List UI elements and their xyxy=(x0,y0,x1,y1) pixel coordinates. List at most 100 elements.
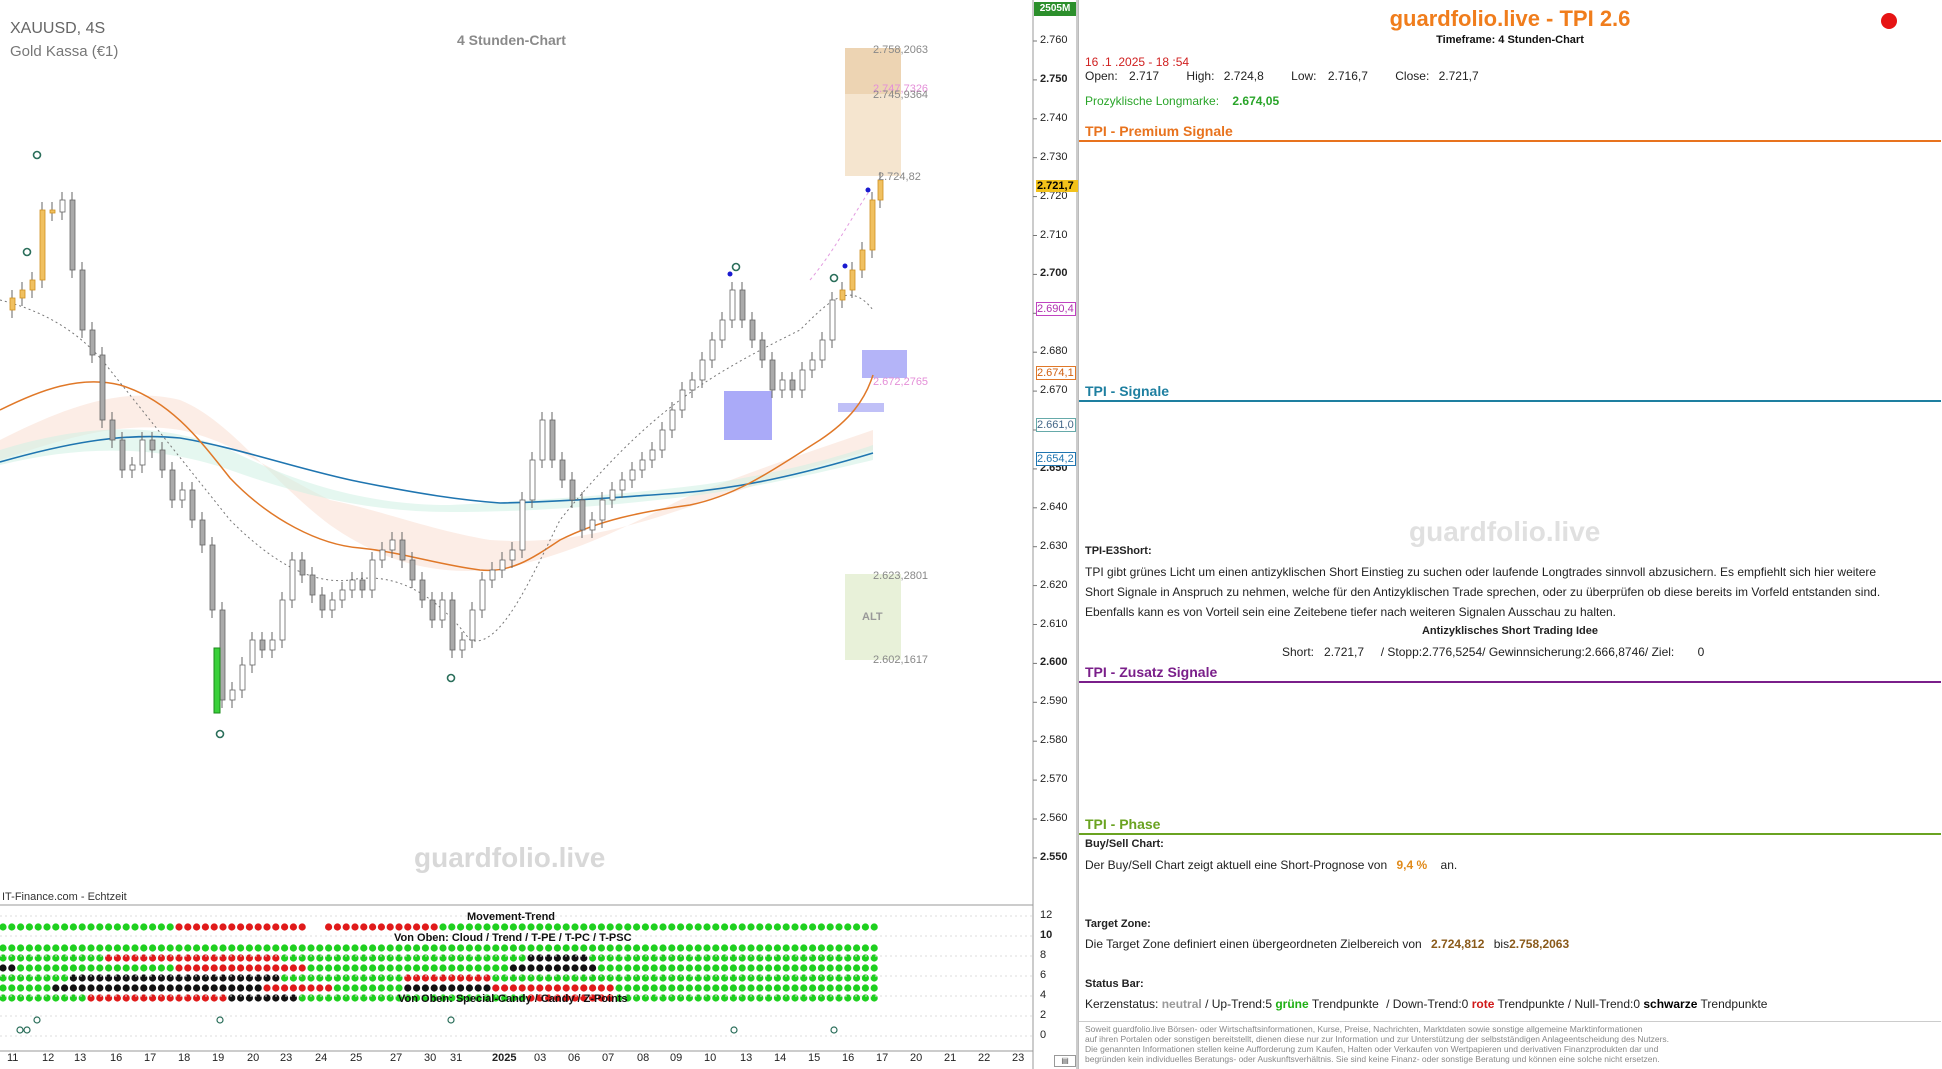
trend-dot xyxy=(17,944,25,952)
blue-zone-box-3 xyxy=(838,403,884,412)
trend-dot xyxy=(765,984,773,992)
longmark-value: 2.674,05 xyxy=(1232,94,1280,108)
trend-dot xyxy=(800,944,808,952)
trend-dot xyxy=(131,964,139,972)
status-kern-value: neutral xyxy=(1161,997,1202,1011)
trend-dot xyxy=(122,954,130,962)
candle-body xyxy=(809,359,816,371)
zone-label-mid: 2.672,2765 xyxy=(873,376,929,388)
panel-ohlc: Open: 2.717 High: 2.724,8 Low: 2.716,7 C… xyxy=(1085,69,1479,83)
trend-dot xyxy=(677,944,685,952)
target-bis: bis xyxy=(1493,937,1510,951)
trend-dot xyxy=(703,994,711,1002)
trend-dot xyxy=(650,974,658,982)
trend-dot xyxy=(668,964,676,972)
trend-dot xyxy=(140,944,148,952)
trend-dot xyxy=(738,923,746,931)
chart-watermark: guardfolio.live xyxy=(414,842,606,873)
axis-settings-icon[interactable]: ▤ xyxy=(1054,1055,1076,1067)
trend-dot xyxy=(113,923,121,931)
indicator-title-cloud: Von Oben: Cloud / Trend / T-PE / T-PC / … xyxy=(394,932,632,944)
trend-dot xyxy=(149,974,157,982)
time-tick-label: 17 xyxy=(144,1052,157,1064)
trend-dot xyxy=(78,984,86,992)
trend-dot xyxy=(773,984,782,992)
trend-dot xyxy=(844,984,852,992)
zone-label-alt-bottom: 2.602,1617 xyxy=(873,654,929,666)
time-tick-label: 23 xyxy=(1012,1052,1025,1064)
chart-panel[interactable]: XAUUSD, 4S Gold Kassa (€1) 4 Stunden-Cha… xyxy=(0,0,1078,1069)
indicator-title-candy: Von Oben: Special-Candy / Candy / Z-Poin… xyxy=(398,993,628,1005)
trend-dot xyxy=(844,954,852,962)
trend-dot xyxy=(641,954,650,962)
price-chart[interactable] xyxy=(0,0,1078,1069)
tpi-panel: guardfolio.live - TPI 2.6 Timeframe: 4 S… xyxy=(1078,0,1942,1069)
record-indicator-icon[interactable] xyxy=(1881,13,1897,29)
indicator-scale-label: 6 xyxy=(1040,969,1047,981)
trend-dot xyxy=(386,974,394,982)
candle-body xyxy=(799,369,806,391)
trend-dot xyxy=(685,923,694,931)
trend-dot xyxy=(536,954,544,962)
trend-dot xyxy=(703,984,711,992)
trend-dot xyxy=(360,923,368,931)
zone-label-alt-top: 2.623,2801 xyxy=(873,570,929,582)
trend-dot xyxy=(87,994,95,1002)
indicator-scale-label: 4 xyxy=(1040,989,1047,1001)
trend-dot xyxy=(782,954,790,962)
trend-dot xyxy=(509,923,517,931)
trend-dot xyxy=(351,994,359,1002)
ohlc-open-label: Open: xyxy=(1085,69,1118,83)
trend-dot xyxy=(615,954,623,962)
trend-dot xyxy=(113,984,121,992)
indicator-scale-label: 0 xyxy=(1040,1029,1047,1041)
trend-dot xyxy=(650,994,658,1002)
trend-dot xyxy=(254,974,262,982)
trend-dot xyxy=(43,944,51,952)
trend-dot xyxy=(325,984,333,992)
time-tick-label: 08 xyxy=(637,1052,650,1064)
trend-dot xyxy=(580,974,588,982)
trend-dot xyxy=(729,923,738,931)
trend-dot xyxy=(140,954,148,962)
target-to: 2.758,2063 xyxy=(1509,937,1570,951)
trend-dot xyxy=(738,994,746,1002)
trend-dot xyxy=(509,974,517,982)
price-tick-label: 2.670 xyxy=(1040,384,1068,397)
trend-dot xyxy=(43,974,51,982)
ohlc-close-label: Close: xyxy=(1395,69,1430,83)
trend-dot xyxy=(773,944,782,952)
price-marker-3: 2.661,0 xyxy=(1036,418,1076,432)
trend-dot xyxy=(351,974,359,982)
trend-dot xyxy=(817,944,826,952)
trend-dot xyxy=(184,944,192,952)
price-tick-label: 2.700 xyxy=(1040,267,1068,280)
trend-dot xyxy=(633,954,641,962)
trend-dot xyxy=(624,954,632,962)
trend-dot xyxy=(527,964,535,972)
trend-dot xyxy=(377,974,385,982)
trend-dot xyxy=(703,923,711,931)
time-tick-label: 25 xyxy=(350,1052,363,1064)
zone-label-alt: ALT xyxy=(862,611,883,623)
candle-body xyxy=(19,289,26,299)
target-text: Die Target Zone definiert einen übergeor… xyxy=(1085,937,1569,951)
trend-dot xyxy=(694,964,702,972)
trend-dot xyxy=(140,994,148,1002)
trend-dot xyxy=(545,923,553,931)
trend-dot xyxy=(333,954,341,962)
price-tick-label: 2.760 xyxy=(1040,34,1068,46)
candle-body xyxy=(299,559,306,576)
trend-dot xyxy=(562,944,570,952)
status-null: / Null-Trend:0 xyxy=(1567,997,1641,1011)
trend-dot xyxy=(52,964,60,972)
trend-dot xyxy=(474,964,482,972)
candle-body xyxy=(409,559,416,581)
trend-dot xyxy=(333,994,341,1002)
trend-dot xyxy=(738,984,746,992)
trend-dot xyxy=(474,923,482,931)
trend-dot xyxy=(149,923,157,931)
candle-body xyxy=(339,589,346,601)
trend-dot xyxy=(870,954,878,962)
trend-dot xyxy=(281,954,289,962)
